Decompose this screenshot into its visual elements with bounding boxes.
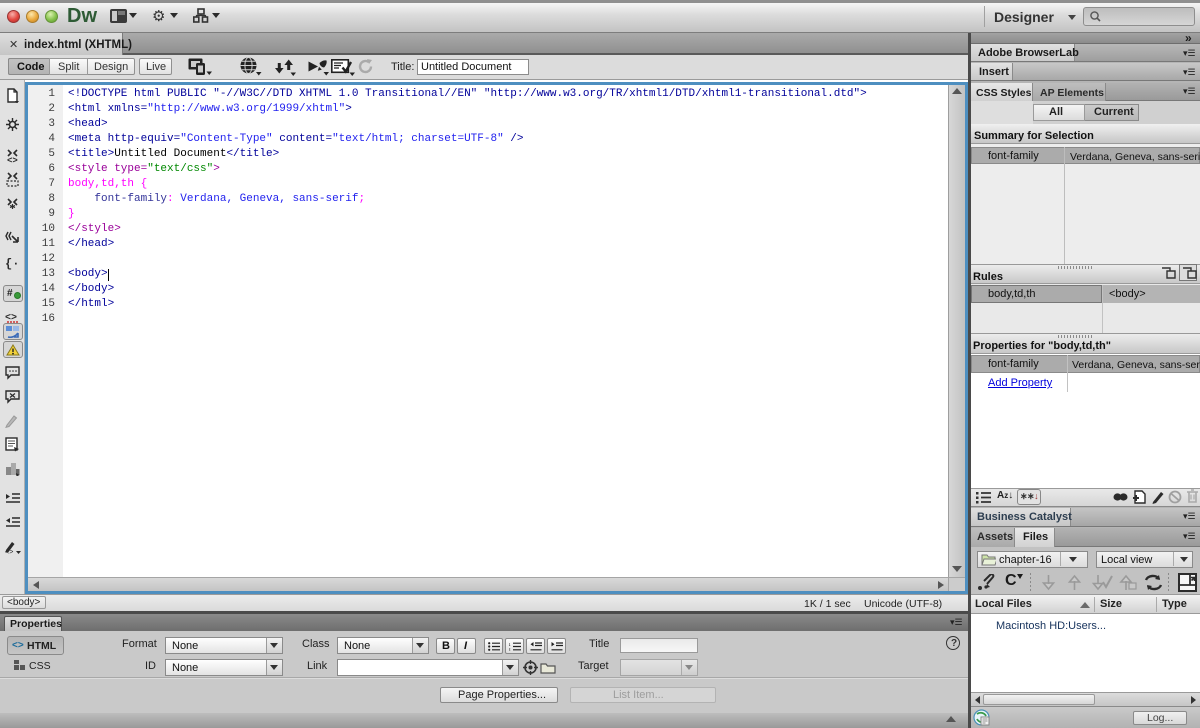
svg-text:2: 2 [509, 647, 511, 651]
svg-text:{·}: {·} [5, 257, 20, 270]
svg-text:<>: <> [7, 156, 18, 164]
svg-text:<>: <> [5, 549, 13, 555]
